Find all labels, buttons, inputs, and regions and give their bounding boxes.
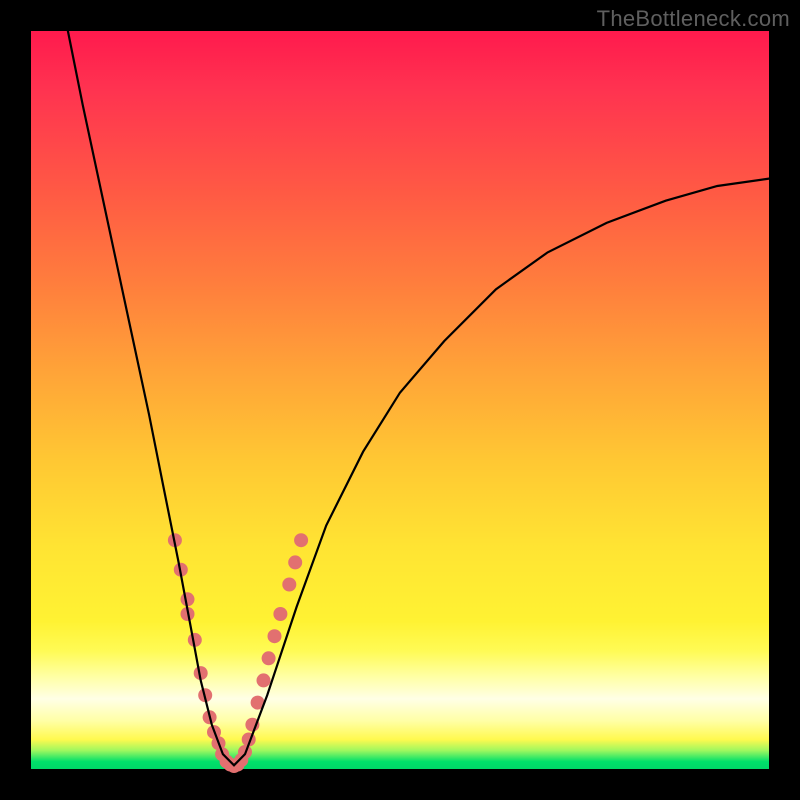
- watermark-text: TheBottleneck.com: [597, 6, 790, 32]
- data-marker: [294, 533, 308, 547]
- data-marker: [282, 578, 296, 592]
- data-marker: [268, 629, 282, 643]
- data-marker: [288, 555, 302, 569]
- data-marker: [273, 607, 287, 621]
- plot-area: [31, 31, 769, 769]
- bottleneck-curve: [68, 31, 769, 765]
- data-marker: [257, 673, 271, 687]
- outer-frame: TheBottleneck.com: [0, 0, 800, 800]
- markers-group: [168, 533, 308, 773]
- data-marker: [262, 651, 276, 665]
- chart-svg: [31, 31, 769, 769]
